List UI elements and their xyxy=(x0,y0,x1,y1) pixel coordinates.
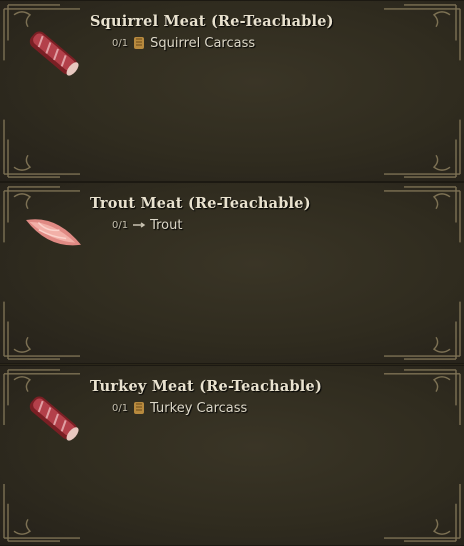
material-count: 0/1 xyxy=(112,37,129,49)
recipe-title: Squirrel Meat (Re-Teachable) xyxy=(90,13,334,30)
material-requirement: 0/1 Squirrel Carcass xyxy=(112,35,255,51)
recipe-row-trout-meat[interactable]: Trout Meat (Re-Teachable) 0/1 Trout xyxy=(0,182,464,364)
material-requirement: 0/1 Trout xyxy=(112,217,182,233)
material-count: 0/1 xyxy=(112,402,129,414)
material-count: 0/1 xyxy=(112,219,129,231)
recipe-title: Trout Meat (Re-Teachable) xyxy=(90,195,311,212)
recipe-list: Squirrel Meat (Re-Teachable) 0/1 Squirre… xyxy=(0,0,464,546)
fish-icon xyxy=(133,222,146,228)
material-name: Squirrel Carcass xyxy=(150,35,256,51)
recipe-row-squirrel-meat[interactable]: Squirrel Meat (Re-Teachable) 0/1 Squirre… xyxy=(0,0,464,182)
raw-meat-icon xyxy=(29,396,79,441)
raw-meat-icon xyxy=(29,31,79,76)
material-name: Trout xyxy=(150,217,183,233)
recipe-title: Turkey Meat (Re-Teachable) xyxy=(90,378,323,395)
carcass-icon xyxy=(134,402,145,414)
recipe-row-turkey-meat[interactable]: Turkey Meat (Re-Teachable) 0/1 Turkey Ca… xyxy=(0,365,464,546)
carcass-icon xyxy=(134,37,145,49)
fish-fillet-icon xyxy=(26,219,81,246)
material-requirement: 0/1 Turkey Carcass xyxy=(112,400,247,416)
material-name: Turkey Carcass xyxy=(150,400,248,416)
